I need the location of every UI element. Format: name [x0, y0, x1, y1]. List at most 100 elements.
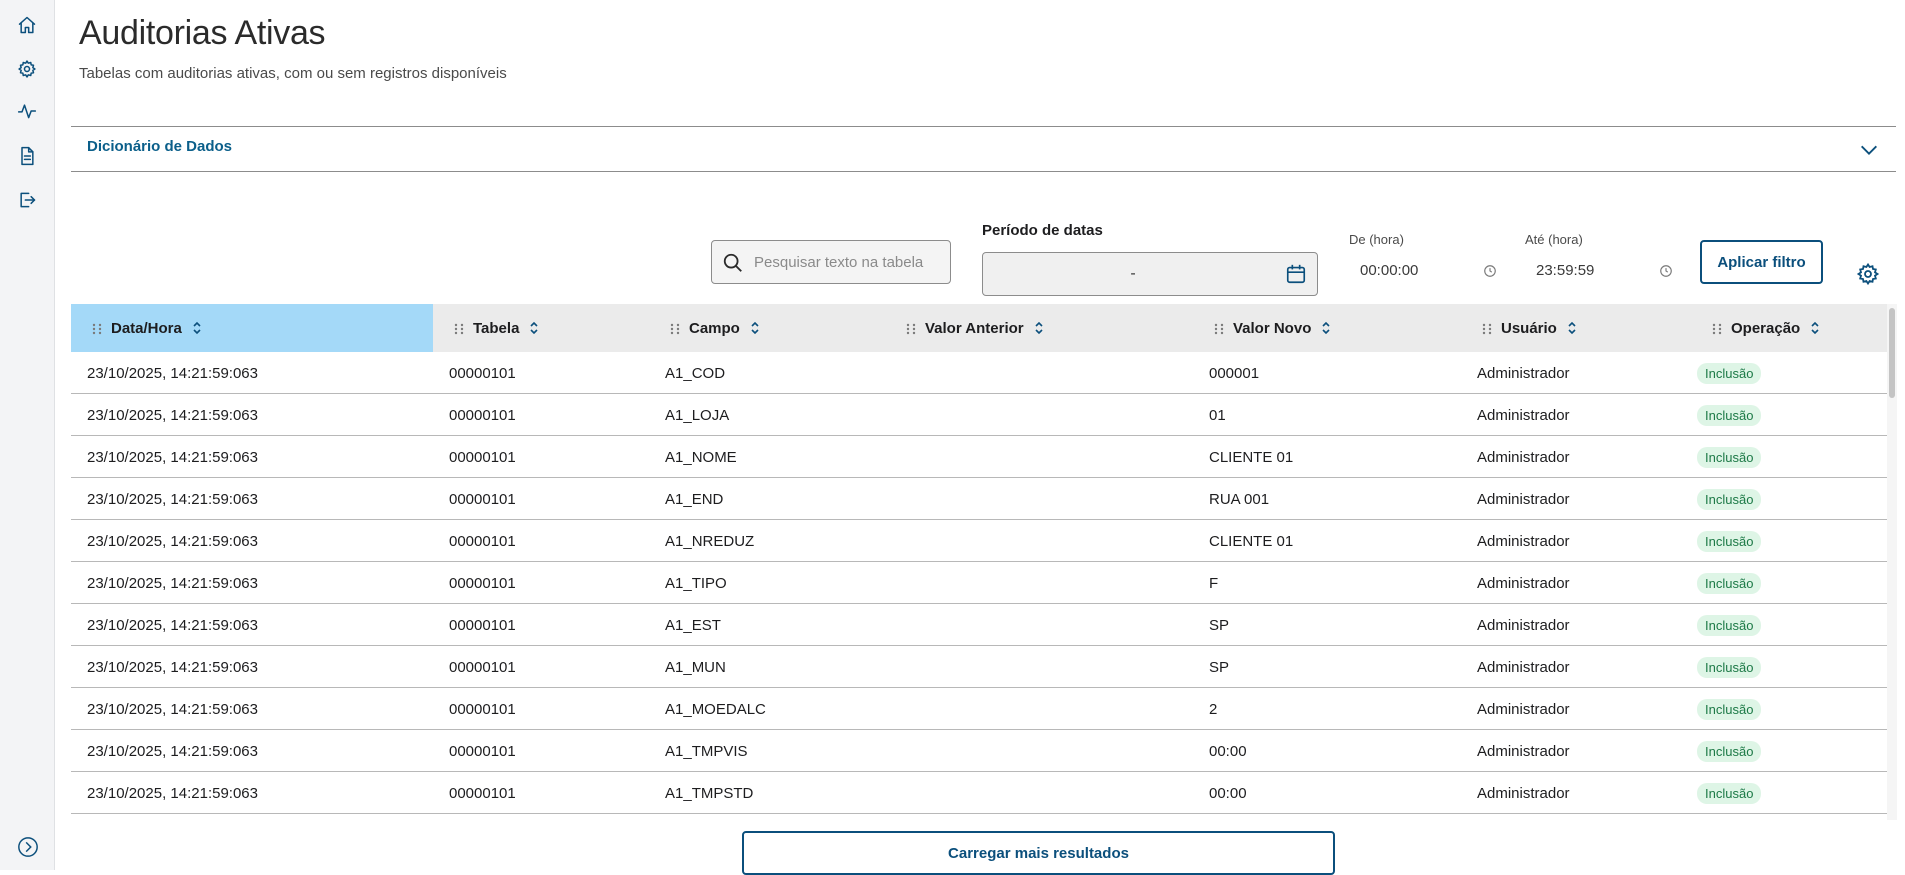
operation-badge: Inclusão [1697, 488, 1762, 510]
search-field[interactable] [711, 240, 951, 284]
chevron-down-icon[interactable] [1858, 139, 1880, 161]
table-cell: A1_NREDUZ [665, 532, 755, 550]
table-cell: 00000101 [449, 784, 516, 802]
table-cell: 00000101 [449, 658, 516, 676]
table-cell: Administrador [1477, 784, 1570, 802]
operation-badge: Inclusão [1697, 446, 1762, 468]
table-cell: Administrador [1477, 364, 1570, 382]
sort-icon[interactable] [1321, 321, 1331, 335]
table-cell: Inclusão [1697, 352, 1762, 394]
scrollbar-thumb[interactable] [1889, 308, 1895, 398]
column-header-label: Valor Anterior [925, 319, 1024, 337]
table-row[interactable]: 23/10/2025, 14:21:59:063 00000101 A1_EST SP… [71, 604, 1887, 646]
table-row[interactable]: 23/10/2025, 14:21:59:063 00000101 A1_MOEDA… [71, 688, 1887, 730]
clock-icon [1659, 264, 1673, 278]
table-cell: Administrador [1477, 700, 1570, 718]
home-icon[interactable] [14, 12, 40, 38]
table-cell: 23/10/2025, 14:21:59:063 [87, 364, 258, 382]
data-dictionary-accordion[interactable]: Dicionário de Dados [71, 126, 1896, 172]
column-header[interactable]: Valor Anterior [885, 304, 1193, 352]
column-header[interactable]: Data/Hora [71, 304, 433, 352]
drag-handle-icon[interactable] [453, 322, 465, 335]
main-content: Auditorias Ativas Tabelas com auditorias… [55, 0, 1905, 875]
drag-handle-icon[interactable] [905, 322, 917, 335]
table-row[interactable]: 23/10/2025, 14:21:59:063 00000101 A1_MUN SP… [71, 646, 1887, 688]
table-cell: A1_NOME [665, 448, 737, 466]
table-cell: 23/10/2025, 14:21:59:063 [87, 448, 258, 466]
document-icon[interactable] [14, 143, 40, 169]
search-icon [723, 253, 742, 272]
column-header[interactable]: Campo [649, 304, 885, 352]
column-header[interactable]: Tabela [433, 304, 649, 352]
operation-badge: Inclusão [1697, 404, 1762, 426]
table-cell: CLIENTE 01 [1209, 448, 1294, 466]
table-cell: RUA 001 [1209, 490, 1270, 508]
table-cell: Administrador [1477, 490, 1570, 508]
table-cell: 23/10/2025, 14:21:59:063 [87, 742, 258, 760]
table-cell: 23/10/2025, 14:21:59:063 [87, 784, 258, 802]
table-cell: 23/10/2025, 14:21:59:063 [87, 700, 258, 718]
table-cell: 23/10/2025, 14:21:59:063 [87, 574, 258, 592]
drag-handle-icon[interactable] [669, 322, 681, 335]
operation-badge: Inclusão [1697, 740, 1762, 762]
table-cell: 00000101 [449, 742, 516, 760]
table-cell: A1_LOJA [665, 406, 730, 424]
calendar-icon[interactable] [1285, 263, 1307, 285]
table-cell: 23/10/2025, 14:21:59:063 [87, 658, 258, 676]
table-cell: Administrador [1477, 742, 1570, 760]
activity-icon[interactable] [14, 98, 40, 124]
sort-icon[interactable] [1034, 321, 1044, 335]
column-header-label: Campo [689, 319, 740, 337]
table-cell: 00:00 [1209, 784, 1247, 802]
drag-handle-icon[interactable] [1711, 322, 1723, 335]
table-cell: Inclusão [1697, 646, 1762, 688]
table-cell: A1_MUN [665, 658, 726, 676]
load-more-button[interactable]: Carregar mais resultados [742, 831, 1335, 875]
to-time-input[interactable]: 23:59:59 [1536, 262, 1594, 279]
gear-icon[interactable] [14, 56, 40, 82]
operation-badge: Inclusão [1697, 572, 1762, 594]
table-row[interactable]: 23/10/2025, 14:21:59:063 00000101 A1_COD 00… [71, 352, 1887, 394]
column-header[interactable]: Operação [1691, 304, 1887, 352]
table-cell: 00000101 [449, 700, 516, 718]
drag-handle-icon[interactable] [1481, 322, 1493, 335]
column-header[interactable]: Valor Novo [1193, 304, 1461, 352]
table-cell: Administrador [1477, 532, 1570, 550]
table-row[interactable]: 23/10/2025, 14:21:59:063 00000101 A1_TMPVI… [71, 730, 1887, 772]
sort-icon[interactable] [1810, 321, 1820, 335]
table-scrollbar[interactable] [1887, 304, 1897, 820]
table-cell: 23/10/2025, 14:21:59:063 [87, 532, 258, 550]
table-cell: Administrador [1477, 616, 1570, 634]
search-input[interactable] [754, 249, 946, 275]
drag-handle-icon[interactable] [91, 322, 103, 335]
table-settings-icon[interactable] [1856, 262, 1880, 286]
sort-icon[interactable] [192, 321, 202, 335]
table-row[interactable]: 23/10/2025, 14:21:59:063 00000101 A1_NREDU… [71, 520, 1887, 562]
drag-handle-icon[interactable] [1213, 322, 1225, 335]
period-date-picker[interactable]: - [982, 252, 1318, 296]
expand-menu-icon[interactable] [17, 836, 39, 858]
table-row[interactable]: 23/10/2025, 14:21:59:063 00000101 A1_END RU… [71, 478, 1887, 520]
table-cell: 00000101 [449, 406, 516, 424]
table-cell: Administrador [1477, 574, 1570, 592]
table-cell: 00000101 [449, 490, 516, 508]
table-cell: A1_COD [665, 364, 726, 382]
logout-icon[interactable] [14, 187, 40, 213]
table-cell: 00000101 [449, 364, 516, 382]
sort-icon[interactable] [750, 321, 760, 335]
sort-icon[interactable] [1567, 321, 1577, 335]
table-row[interactable]: 23/10/2025, 14:21:59:063 00000101 A1_TIPO F… [71, 562, 1887, 604]
from-time-input[interactable]: 00:00:00 [1360, 262, 1418, 279]
table-cell: SP [1209, 658, 1230, 676]
table-cell: A1_EST [665, 616, 721, 634]
column-header[interactable]: Usuário [1461, 304, 1691, 352]
table-cell: SP [1209, 616, 1230, 634]
sort-icon[interactable] [529, 321, 539, 335]
period-value: - [1130, 265, 1136, 282]
operation-badge: Inclusão [1697, 530, 1762, 552]
table-row[interactable]: 23/10/2025, 14:21:59:063 00000101 A1_NOME C… [71, 436, 1887, 478]
table-cell: 00000101 [449, 616, 516, 634]
table-row[interactable]: 23/10/2025, 14:21:59:063 00000101 A1_LOJA 0… [71, 394, 1887, 436]
apply-filter-button[interactable]: Aplicar filtro [1700, 240, 1823, 284]
table-row[interactable]: 23/10/2025, 14:21:59:063 00000101 A1_TMPST… [71, 772, 1887, 814]
